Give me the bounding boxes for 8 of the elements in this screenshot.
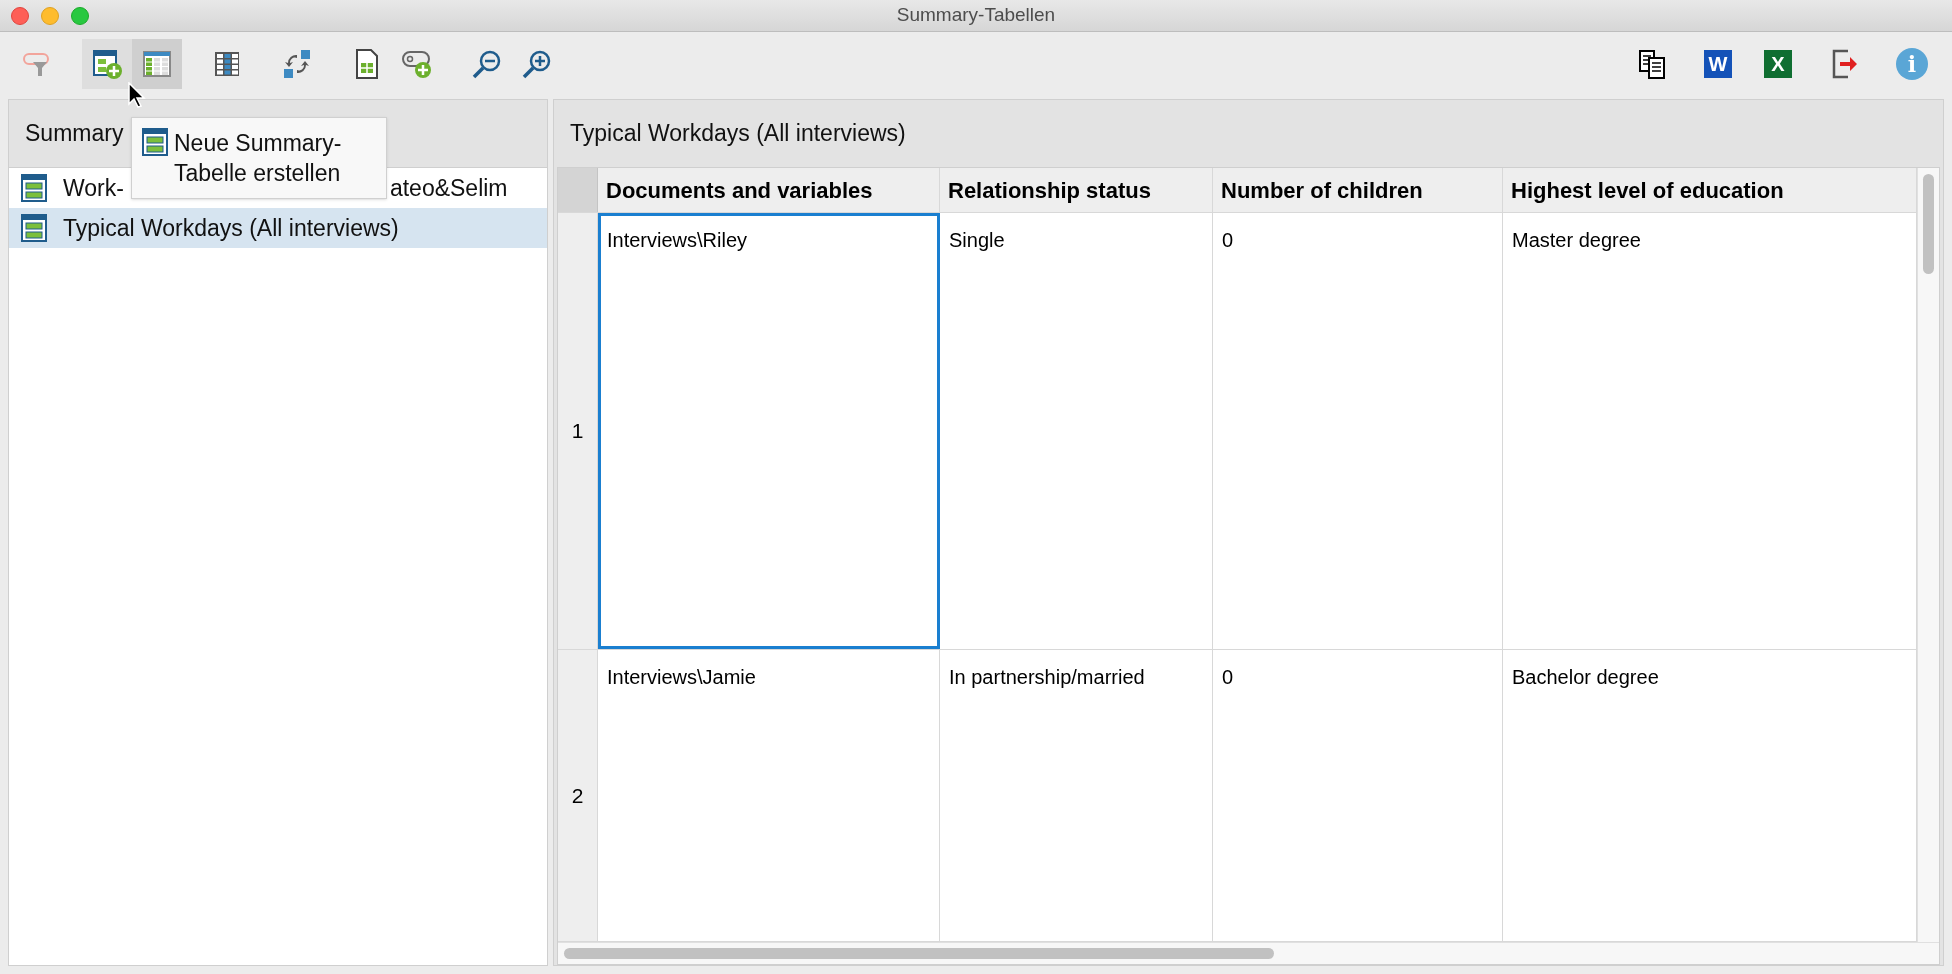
table-title: Typical Workdays (All interviews) — [570, 119, 906, 149]
item-label: ateo&Selim — [389, 173, 508, 203]
item-label: Work- — [63, 173, 124, 203]
item-label: Typical Workdays (All interviews) — [63, 213, 399, 243]
window-title: Summary-Tabellen — [896, 3, 1056, 28]
tooltip-text: Tabelle erstellen — [174, 159, 342, 188]
tooltip-text: Neue Summary- — [174, 129, 342, 158]
panel-title: Summary — [25, 119, 124, 149]
